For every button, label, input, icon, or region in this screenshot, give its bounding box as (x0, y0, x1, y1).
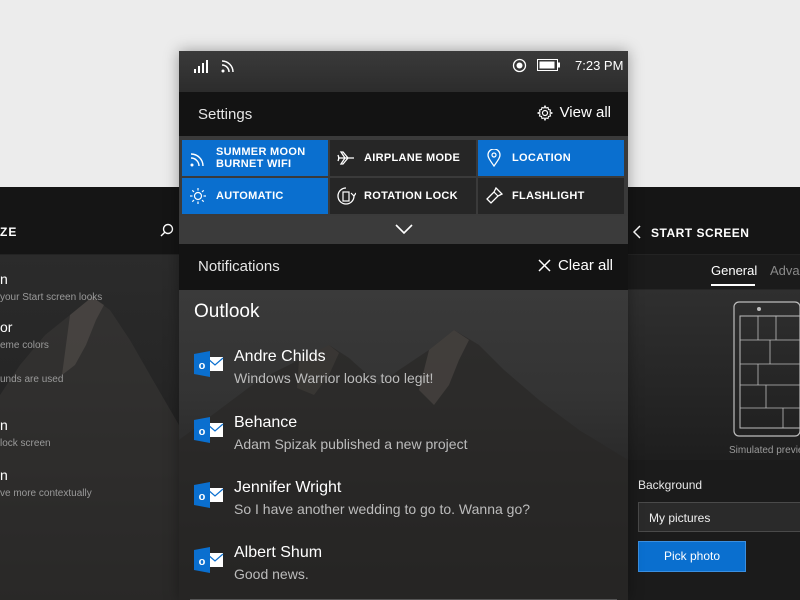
location-icon (484, 148, 504, 168)
outlook-icon: o (194, 482, 224, 508)
notification-item[interactable]: o Andre Childs Windows Warrior looks too… (194, 348, 614, 394)
preview-caption: Simulated previe (729, 445, 800, 456)
list-item[interactable]: unds are used (0, 369, 63, 385)
phone-preview-illustration (733, 301, 800, 437)
svg-text:o: o (199, 556, 206, 568)
notification-message: Good news. (234, 566, 309, 582)
view-all-button[interactable]: View all (536, 104, 611, 121)
background-label: Background (638, 478, 703, 492)
notification-app-name: Outlook (194, 301, 260, 322)
notification-item[interactable]: o Albert Shum Good news. (194, 544, 614, 590)
signal-strength-icon (194, 60, 208, 73)
quick-action-brightness[interactable]: AUTOMATIC (182, 178, 328, 214)
quick-action-airplane-mode[interactable]: AIRPLANE MODE (330, 140, 476, 176)
background-select-value: My pictures (649, 511, 711, 525)
pivot-tabs: General Advar (628, 255, 800, 290)
recording-icon (512, 58, 527, 73)
notifications-header: Notifications Clear all (179, 244, 628, 290)
quick-action-wifi[interactable]: SUMMER MOON BURNET WIFI (182, 140, 328, 176)
wifi-status-icon (221, 60, 234, 73)
right-phone-start-screen: START SCREEN General Advar Simulated pre… (628, 187, 800, 600)
left-page-title: ZE (0, 225, 18, 239)
tab-advanced[interactable]: Advar (770, 263, 800, 278)
start-screen-preview: Simulated previe (628, 290, 800, 460)
list-item[interactable]: or eme colors (0, 319, 49, 351)
notification-message: Windows Warrior looks too legit! (234, 370, 434, 386)
battery-icon (537, 59, 560, 71)
pick-photo-button[interactable]: Pick photo (638, 541, 746, 572)
airplane-icon (336, 148, 356, 168)
background-settings: Background My pictures Pick photo (628, 460, 800, 600)
status-bar: 7:23 PM (179, 51, 628, 92)
notification-sender: Behance (234, 414, 298, 431)
list-item[interactable]: n ve more contextually (0, 467, 92, 499)
center-phone-action-center: 7:23 PM Settings View all SUMMER MOON BUR… (179, 51, 628, 600)
clear-all-label: Clear all (557, 257, 613, 274)
close-icon (538, 259, 551, 272)
expand-quick-actions[interactable] (179, 216, 628, 244)
notification-sender: Albert Shum (234, 544, 323, 561)
quick-action-rotation-lock[interactable]: ROTATION LOCK (330, 178, 476, 214)
outlook-icon: o (194, 547, 224, 573)
background-select[interactable]: My pictures (638, 502, 800, 532)
right-header: START SCREEN (628, 187, 800, 255)
tab-underline (711, 284, 755, 286)
chevron-down-icon (395, 224, 413, 235)
left-settings-list: n your Start screen looks or eme colors … (0, 255, 179, 600)
notification-item[interactable]: o Jennifer Wright So I have another wedd… (194, 479, 614, 525)
rotation-lock-icon (336, 186, 356, 206)
view-all-label: View all (559, 104, 611, 121)
notification-sender: Jennifer Wright (234, 479, 342, 496)
notification-message: So I have another wedding to go to. Wann… (234, 501, 531, 517)
quick-actions-grid: SUMMER MOON BURNET WIFI AIRPLANE MODE LOC… (179, 136, 628, 216)
gear-icon (536, 104, 553, 121)
wifi-icon (188, 148, 208, 168)
left-phone-personalize-screen: ZE n your Start screen looks or eme colo… (0, 187, 179, 600)
quick-action-flashlight[interactable]: FLASHLIGHT (478, 178, 624, 214)
clear-all-button[interactable]: Clear all (538, 257, 613, 274)
back-arrow-icon[interactable] (632, 225, 644, 244)
svg-text:o: o (199, 491, 206, 503)
tab-general[interactable]: General (711, 263, 757, 278)
quick-action-location[interactable]: LOCATION (478, 140, 624, 176)
settings-header: Settings View all (179, 92, 628, 136)
status-time: 7:23 PM (575, 58, 624, 73)
notification-item[interactable]: o Behance Adam Spizak published a new pr… (194, 414, 614, 460)
settings-title: Settings (198, 106, 253, 123)
flashlight-icon (484, 186, 504, 206)
list-item[interactable]: n your Start screen looks (0, 271, 102, 303)
notifications-title: Notifications (198, 258, 280, 275)
list-item[interactable]: n lock screen (0, 417, 51, 449)
notification-sender: Andre Childs (234, 348, 326, 365)
notification-list: Outlook o Andre Childs Windows Warrior l… (179, 290, 628, 600)
notification-message: Adam Spizak published a new project (234, 436, 468, 452)
outlook-icon: o (194, 417, 224, 443)
right-page-title: START SCREEN (651, 226, 750, 240)
brightness-icon (188, 186, 208, 206)
search-icon[interactable] (160, 223, 174, 242)
svg-text:o: o (199, 426, 206, 438)
outlook-icon: o (194, 351, 224, 377)
svg-text:o: o (199, 360, 206, 372)
left-header: ZE (0, 187, 179, 255)
